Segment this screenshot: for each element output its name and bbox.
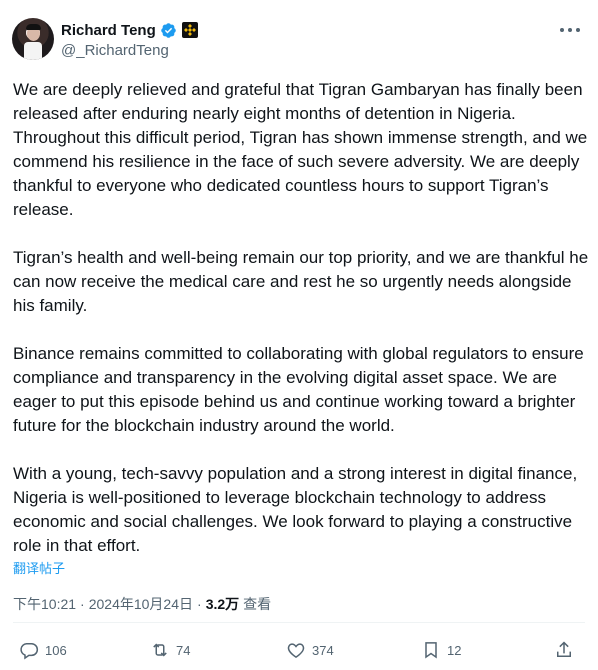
binance-icon[interactable] bbox=[181, 22, 198, 38]
author-display-name[interactable]: Richard Teng bbox=[61, 22, 156, 39]
repost-button[interactable]: 74 bbox=[150, 640, 190, 660]
heart-icon bbox=[287, 643, 305, 658]
like-button[interactable]: 374 bbox=[286, 640, 334, 660]
bookmark-icon bbox=[425, 642, 437, 659]
bookmark-button[interactable]: 12 bbox=[421, 640, 461, 660]
tweet-paragraph: Binance remains committed to collaborati… bbox=[13, 344, 584, 435]
reply-count: 106 bbox=[45, 642, 67, 658]
meta-separator: · bbox=[197, 596, 202, 612]
author-name-row: Richard Teng bbox=[61, 20, 198, 40]
divider bbox=[13, 622, 585, 623]
meta-separator: · bbox=[80, 596, 85, 612]
reply-button[interactable]: 106 bbox=[19, 640, 67, 660]
view-label: 查看 bbox=[243, 596, 272, 612]
share-button[interactable] bbox=[554, 640, 574, 660]
avatar-hair bbox=[26, 24, 41, 30]
repost-count: 74 bbox=[176, 642, 191, 658]
tweet-time[interactable]: 下午10:21 bbox=[13, 594, 76, 614]
tweet-text: We are deeply relieved and grateful that… bbox=[13, 78, 591, 582]
verified-badge-icon[interactable] bbox=[160, 22, 177, 39]
share-icon bbox=[557, 641, 571, 657]
tweet-meta: 下午10:21 · 2024年10月24日 · 3.2万 查看 bbox=[13, 594, 271, 614]
bookmark-count: 12 bbox=[447, 642, 462, 658]
view-count: 3.2万 bbox=[205, 596, 240, 612]
action-bar: 106 74 374 12 bbox=[0, 636, 598, 670]
like-count: 374 bbox=[312, 642, 334, 658]
repost-icon bbox=[153, 643, 167, 657]
reply-icon bbox=[20, 643, 39, 660]
translate-post-link[interactable]: 翻译帖子 bbox=[13, 558, 65, 577]
tweet-header: Richard Teng @_RichardTeng bbox=[0, 0, 598, 70]
tweet-paragraph: Tigran’s health and well-being remain ou… bbox=[13, 248, 589, 315]
tweet-paragraph: With a young, tech-savvy population and … bbox=[13, 464, 578, 555]
tweet-date[interactable]: 2024年10月24日 bbox=[89, 594, 193, 614]
avatar[interactable] bbox=[12, 18, 54, 60]
more-options-icon[interactable] bbox=[560, 22, 580, 38]
tweet-paragraph: We are deeply relieved and grateful that… bbox=[13, 80, 588, 219]
avatar-shirt bbox=[24, 42, 42, 60]
author-handle[interactable]: @_RichardTeng bbox=[61, 42, 169, 59]
